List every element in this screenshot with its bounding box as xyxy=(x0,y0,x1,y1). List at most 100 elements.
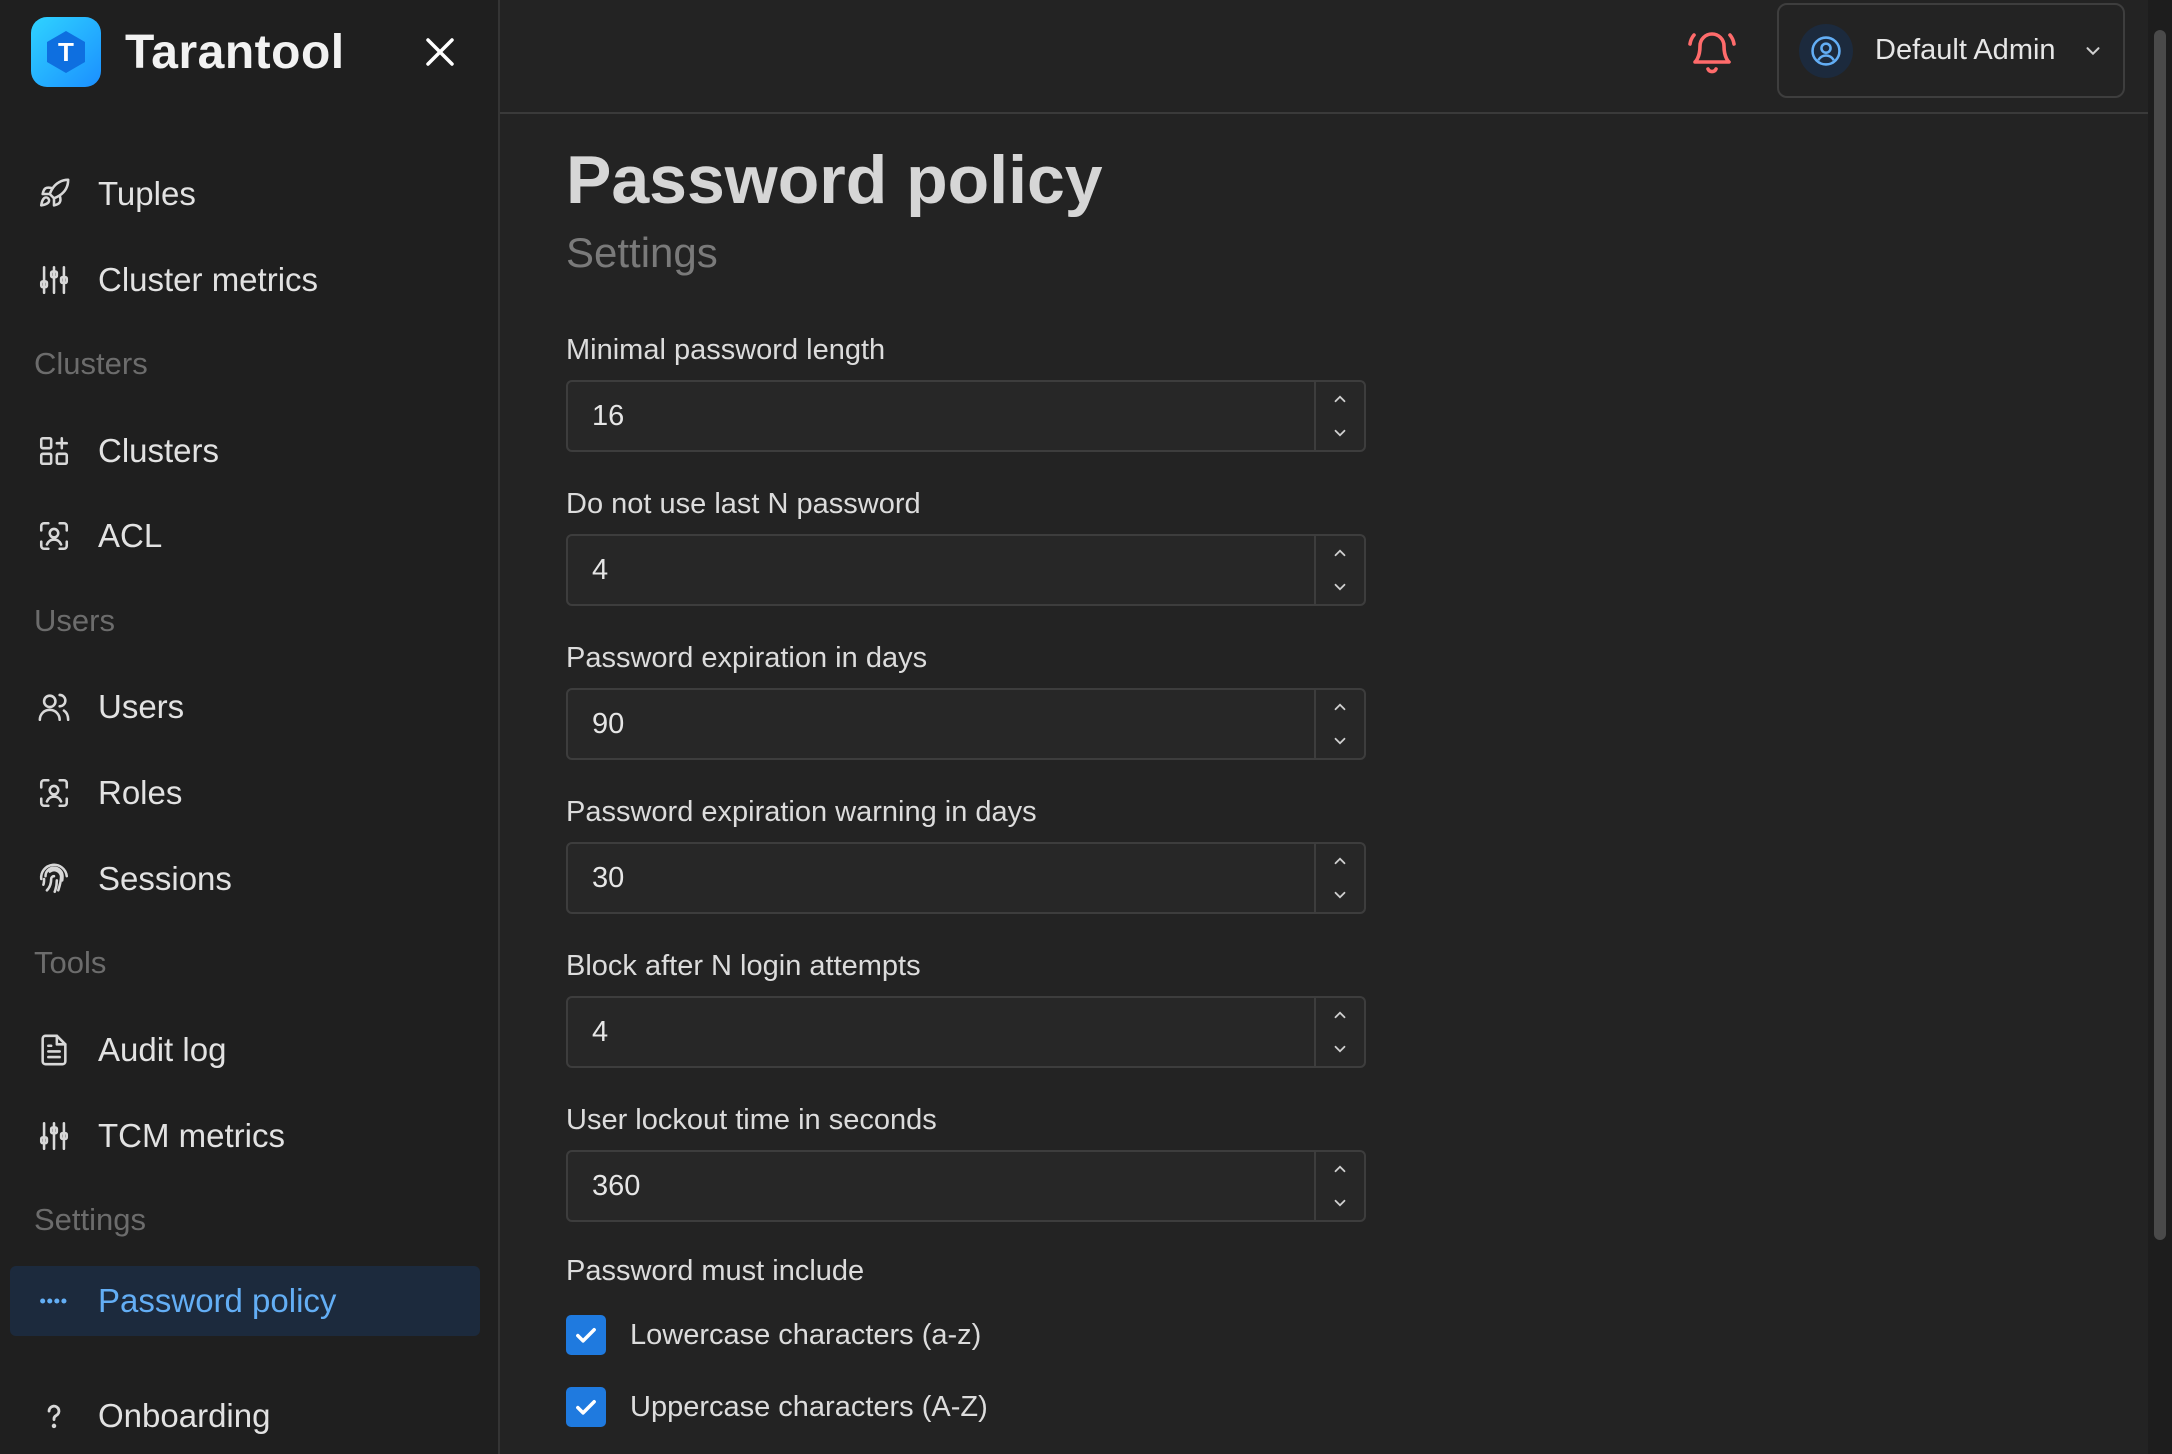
sidebar-item-clusters[interactable]: Clusters xyxy=(10,416,480,486)
sidebar-item-acl[interactable]: ACL xyxy=(10,501,480,571)
svg-text:T: T xyxy=(58,37,74,67)
must-include-label: Password must include xyxy=(566,1255,865,1287)
user-menu-button[interactable]: Default Admin xyxy=(1777,3,2125,98)
field-label: Password expiration warning in days xyxy=(566,796,1037,828)
checkbox-label: Lowercase characters (a-z) xyxy=(630,1318,982,1351)
sidebar-item-label: Tuples xyxy=(98,175,196,212)
notifications-button[interactable] xyxy=(1688,26,1736,78)
sidebar-item-onboarding[interactable]: Onboarding xyxy=(10,1381,480,1451)
user-scan-icon xyxy=(34,773,74,813)
sidebar-item-label: Cluster metrics xyxy=(98,261,319,298)
number-stepper xyxy=(1314,690,1364,758)
sidebar-item-label: ACL xyxy=(98,517,163,554)
decrement-button[interactable] xyxy=(1316,878,1364,912)
logo[interactable]: T Tarantool xyxy=(31,17,345,87)
min-password-length-input[interactable]: 16 xyxy=(566,380,1366,452)
bell-icon xyxy=(1688,32,1736,74)
sidebar-item-label: Sessions xyxy=(98,860,232,897)
increment-button[interactable] xyxy=(1316,536,1364,570)
sidebar-item-tcm-metrics[interactable]: TCM metrics xyxy=(10,1101,480,1171)
page-header: Password policy Settings xyxy=(566,140,1103,278)
section-header-users: Users xyxy=(34,603,115,638)
sidebar-item-password-policy[interactable]: Password policy xyxy=(10,1266,480,1336)
checkbox-label: Uppercase characters (A-Z) xyxy=(630,1390,988,1423)
decrement-button[interactable] xyxy=(1316,416,1364,450)
number-stepper xyxy=(1314,1152,1364,1220)
sidebar-item-sessions[interactable]: Sessions xyxy=(10,844,480,914)
chevron-down-icon xyxy=(1334,891,1346,899)
chevron-down-icon xyxy=(1334,429,1346,437)
sidebar-item-roles[interactable]: Roles xyxy=(10,758,480,828)
grid-plus-icon xyxy=(34,431,74,471)
increment-button[interactable] xyxy=(1316,844,1364,878)
sliders-icon xyxy=(34,260,74,300)
field-lockout-time: User lockout time in seconds 360 xyxy=(566,1102,1366,1222)
fingerprint-icon xyxy=(34,859,74,899)
field-min-password-length: Minimal password length 16 xyxy=(566,332,1366,452)
uppercase-checkbox[interactable] xyxy=(566,1387,606,1427)
increment-button[interactable] xyxy=(1316,382,1364,416)
chevron-down-icon xyxy=(1334,583,1346,591)
rocket-icon xyxy=(34,174,74,214)
lockout-time-input[interactable]: 360 xyxy=(566,1150,1366,1222)
sidebar-item-cluster-metrics[interactable]: Cluster metrics xyxy=(10,245,480,315)
scrollbar-thumb[interactable] xyxy=(2154,30,2166,1240)
lowercase-checkbox[interactable] xyxy=(566,1315,606,1355)
field-label: User lockout time in seconds xyxy=(566,1104,937,1136)
sidebar-item-label: Roles xyxy=(98,774,183,811)
sliders-icon xyxy=(34,1116,74,1156)
section-header-clusters: Clusters xyxy=(34,346,148,381)
close-sidebar-button[interactable] xyxy=(418,30,462,74)
field-expiration-warning: Password expiration warning in days 30 xyxy=(566,794,1366,914)
input-value: 4 xyxy=(592,553,609,586)
chevron-up-icon xyxy=(1334,395,1346,403)
question-icon xyxy=(34,1396,74,1436)
sidebar-item-label: Audit log xyxy=(98,1031,227,1068)
sidebar-item-label: Password policy xyxy=(98,1282,337,1319)
chevron-up-icon xyxy=(1334,1165,1346,1173)
block-after-attempts-input[interactable]: 4 xyxy=(566,996,1366,1068)
lowercase-checkbox-row[interactable]: Lowercase characters (a-z) xyxy=(566,1315,981,1355)
page-title: Password policy xyxy=(566,142,1103,218)
field-password-expiration: Password expiration in days 90 xyxy=(566,640,1366,760)
chevron-up-icon xyxy=(1334,857,1346,865)
input-value: 360 xyxy=(592,1169,641,1202)
decrement-button[interactable] xyxy=(1316,1186,1364,1220)
sidebar-item-users[interactable]: Users xyxy=(10,672,480,742)
increment-button[interactable] xyxy=(1316,998,1364,1032)
field-label: Block after N login attempts xyxy=(566,950,921,982)
user-circle-icon xyxy=(1811,35,1841,66)
input-value: 16 xyxy=(592,399,625,432)
chevron-down-icon xyxy=(1334,737,1346,745)
number-stepper xyxy=(1314,998,1364,1066)
sidebar-item-audit-log[interactable]: Audit log xyxy=(10,1015,480,1085)
password-expiration-input[interactable]: 90 xyxy=(566,688,1366,760)
chevron-down-icon xyxy=(2086,46,2100,55)
decrement-button[interactable] xyxy=(1316,570,1364,604)
number-stepper xyxy=(1314,536,1364,604)
uppercase-checkbox-row[interactable]: Uppercase characters (A-Z) xyxy=(566,1387,988,1427)
expiration-warning-input[interactable]: 30 xyxy=(566,842,1366,914)
sidebar-item-label: Clusters xyxy=(98,432,220,469)
increment-button[interactable] xyxy=(1316,1152,1364,1186)
sidebar-item-label: Onboarding xyxy=(98,1397,271,1434)
decrement-button[interactable] xyxy=(1316,724,1364,758)
sidebar-item-label: TCM metrics xyxy=(98,1117,285,1154)
sidebar-item-tuples[interactable]: Tuples xyxy=(10,159,480,229)
chevron-down-icon xyxy=(1334,1199,1346,1207)
field-label: Minimal password length xyxy=(566,334,886,366)
input-value: 90 xyxy=(592,707,625,740)
number-stepper xyxy=(1314,844,1364,912)
user-scan-icon xyxy=(34,516,74,556)
increment-button[interactable] xyxy=(1316,690,1364,724)
chevron-up-icon xyxy=(1334,1011,1346,1019)
last-n-password-input[interactable]: 4 xyxy=(566,534,1366,606)
sidebar: T Tarantool Tuples Cluster metrics Clust… xyxy=(0,0,500,1454)
field-label: Do not use last N password xyxy=(566,488,921,520)
number-stepper xyxy=(1314,382,1364,450)
field-last-n-password: Do not use last N password 4 xyxy=(566,486,1366,606)
input-value: 30 xyxy=(592,861,625,894)
input-value: 4 xyxy=(592,1015,609,1048)
decrement-button[interactable] xyxy=(1316,1032,1364,1066)
chevron-up-icon xyxy=(1334,703,1346,711)
